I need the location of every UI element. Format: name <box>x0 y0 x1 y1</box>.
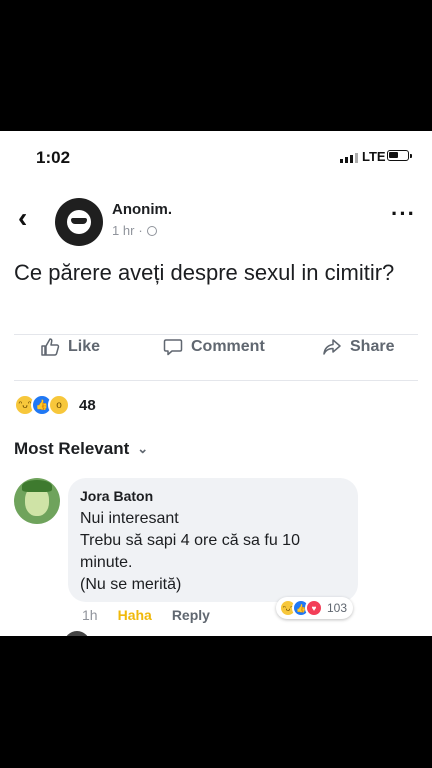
battery-icon <box>387 150 412 161</box>
comment-actions: 1h Haha Reply <box>82 607 210 623</box>
comment-label: Comment <box>191 338 265 355</box>
post-time[interactable]: 1 hr <box>112 223 134 238</box>
reaction-count: 48 <box>79 396 96 414</box>
status-time: 1:02 <box>36 148 71 167</box>
share-arrow-icon <box>323 339 341 355</box>
thumbs-up-icon <box>41 338 60 356</box>
status-bar: 1:02 LTE <box>0 131 432 181</box>
network-label: LTE <box>362 149 386 164</box>
haha-button[interactable]: Haha <box>118 607 152 623</box>
share-button[interactable]: Share <box>322 338 394 356</box>
commenter-avatar[interactable] <box>14 478 60 524</box>
back-chevron-icon[interactable]: ‹ <box>18 204 27 232</box>
comment-bubble: Jora Baton Nui interesant Trebu să sapi … <box>68 478 358 602</box>
meta-separator: · <box>138 223 143 238</box>
post-meta: 1 hr · <box>112 223 157 238</box>
divider <box>14 334 418 335</box>
phone-screen: 1:02 LTE ‹ Anonim. 1 hr · ··· Ce părere … <box>0 131 432 636</box>
signal-icon <box>340 153 358 163</box>
comment-author[interactable]: Jora Baton <box>80 488 153 504</box>
comment-reaction-count: 103 <box>327 601 348 615</box>
comment-sort-dropdown[interactable]: Most Relevant ⌄ <box>14 439 148 459</box>
comment-bubble-icon <box>163 339 183 356</box>
next-comment-avatar <box>64 631 90 636</box>
comment-time: 1h <box>82 607 98 623</box>
post-author[interactable]: Anonim. <box>112 201 172 218</box>
globe-icon <box>146 225 157 236</box>
sort-label: Most Relevant <box>14 439 130 458</box>
wow-reaction-icon: o <box>48 394 70 416</box>
love-reaction-icon: ♥ <box>305 599 323 617</box>
comment-text: Nui interesant Trebu să sapi 4 ore că sa… <box>80 510 300 593</box>
like-label: Like <box>68 338 101 355</box>
more-dots-icon[interactable]: ··· <box>391 203 416 225</box>
post-text: Ce părere aveți despre sexul in cimitir? <box>14 260 395 285</box>
reply-button[interactable]: Reply <box>172 607 210 623</box>
share-label: Share <box>350 338 395 355</box>
sunglasses-icon <box>71 218 87 224</box>
author-avatar[interactable] <box>55 198 103 246</box>
post-reactions[interactable]: ᵔᴗᵔ 👍 o 48 <box>14 394 96 416</box>
divider <box>14 380 418 381</box>
chevron-down-icon: ⌄ <box>137 441 149 456</box>
like-button[interactable]: Like <box>40 338 100 356</box>
comment-reactions[interactable]: ᵔᴗᵔ 👍 ♥ 103 <box>276 597 354 619</box>
comment-button[interactable]: Comment <box>163 338 265 356</box>
post-actions: Like Comment Share <box>0 338 432 378</box>
